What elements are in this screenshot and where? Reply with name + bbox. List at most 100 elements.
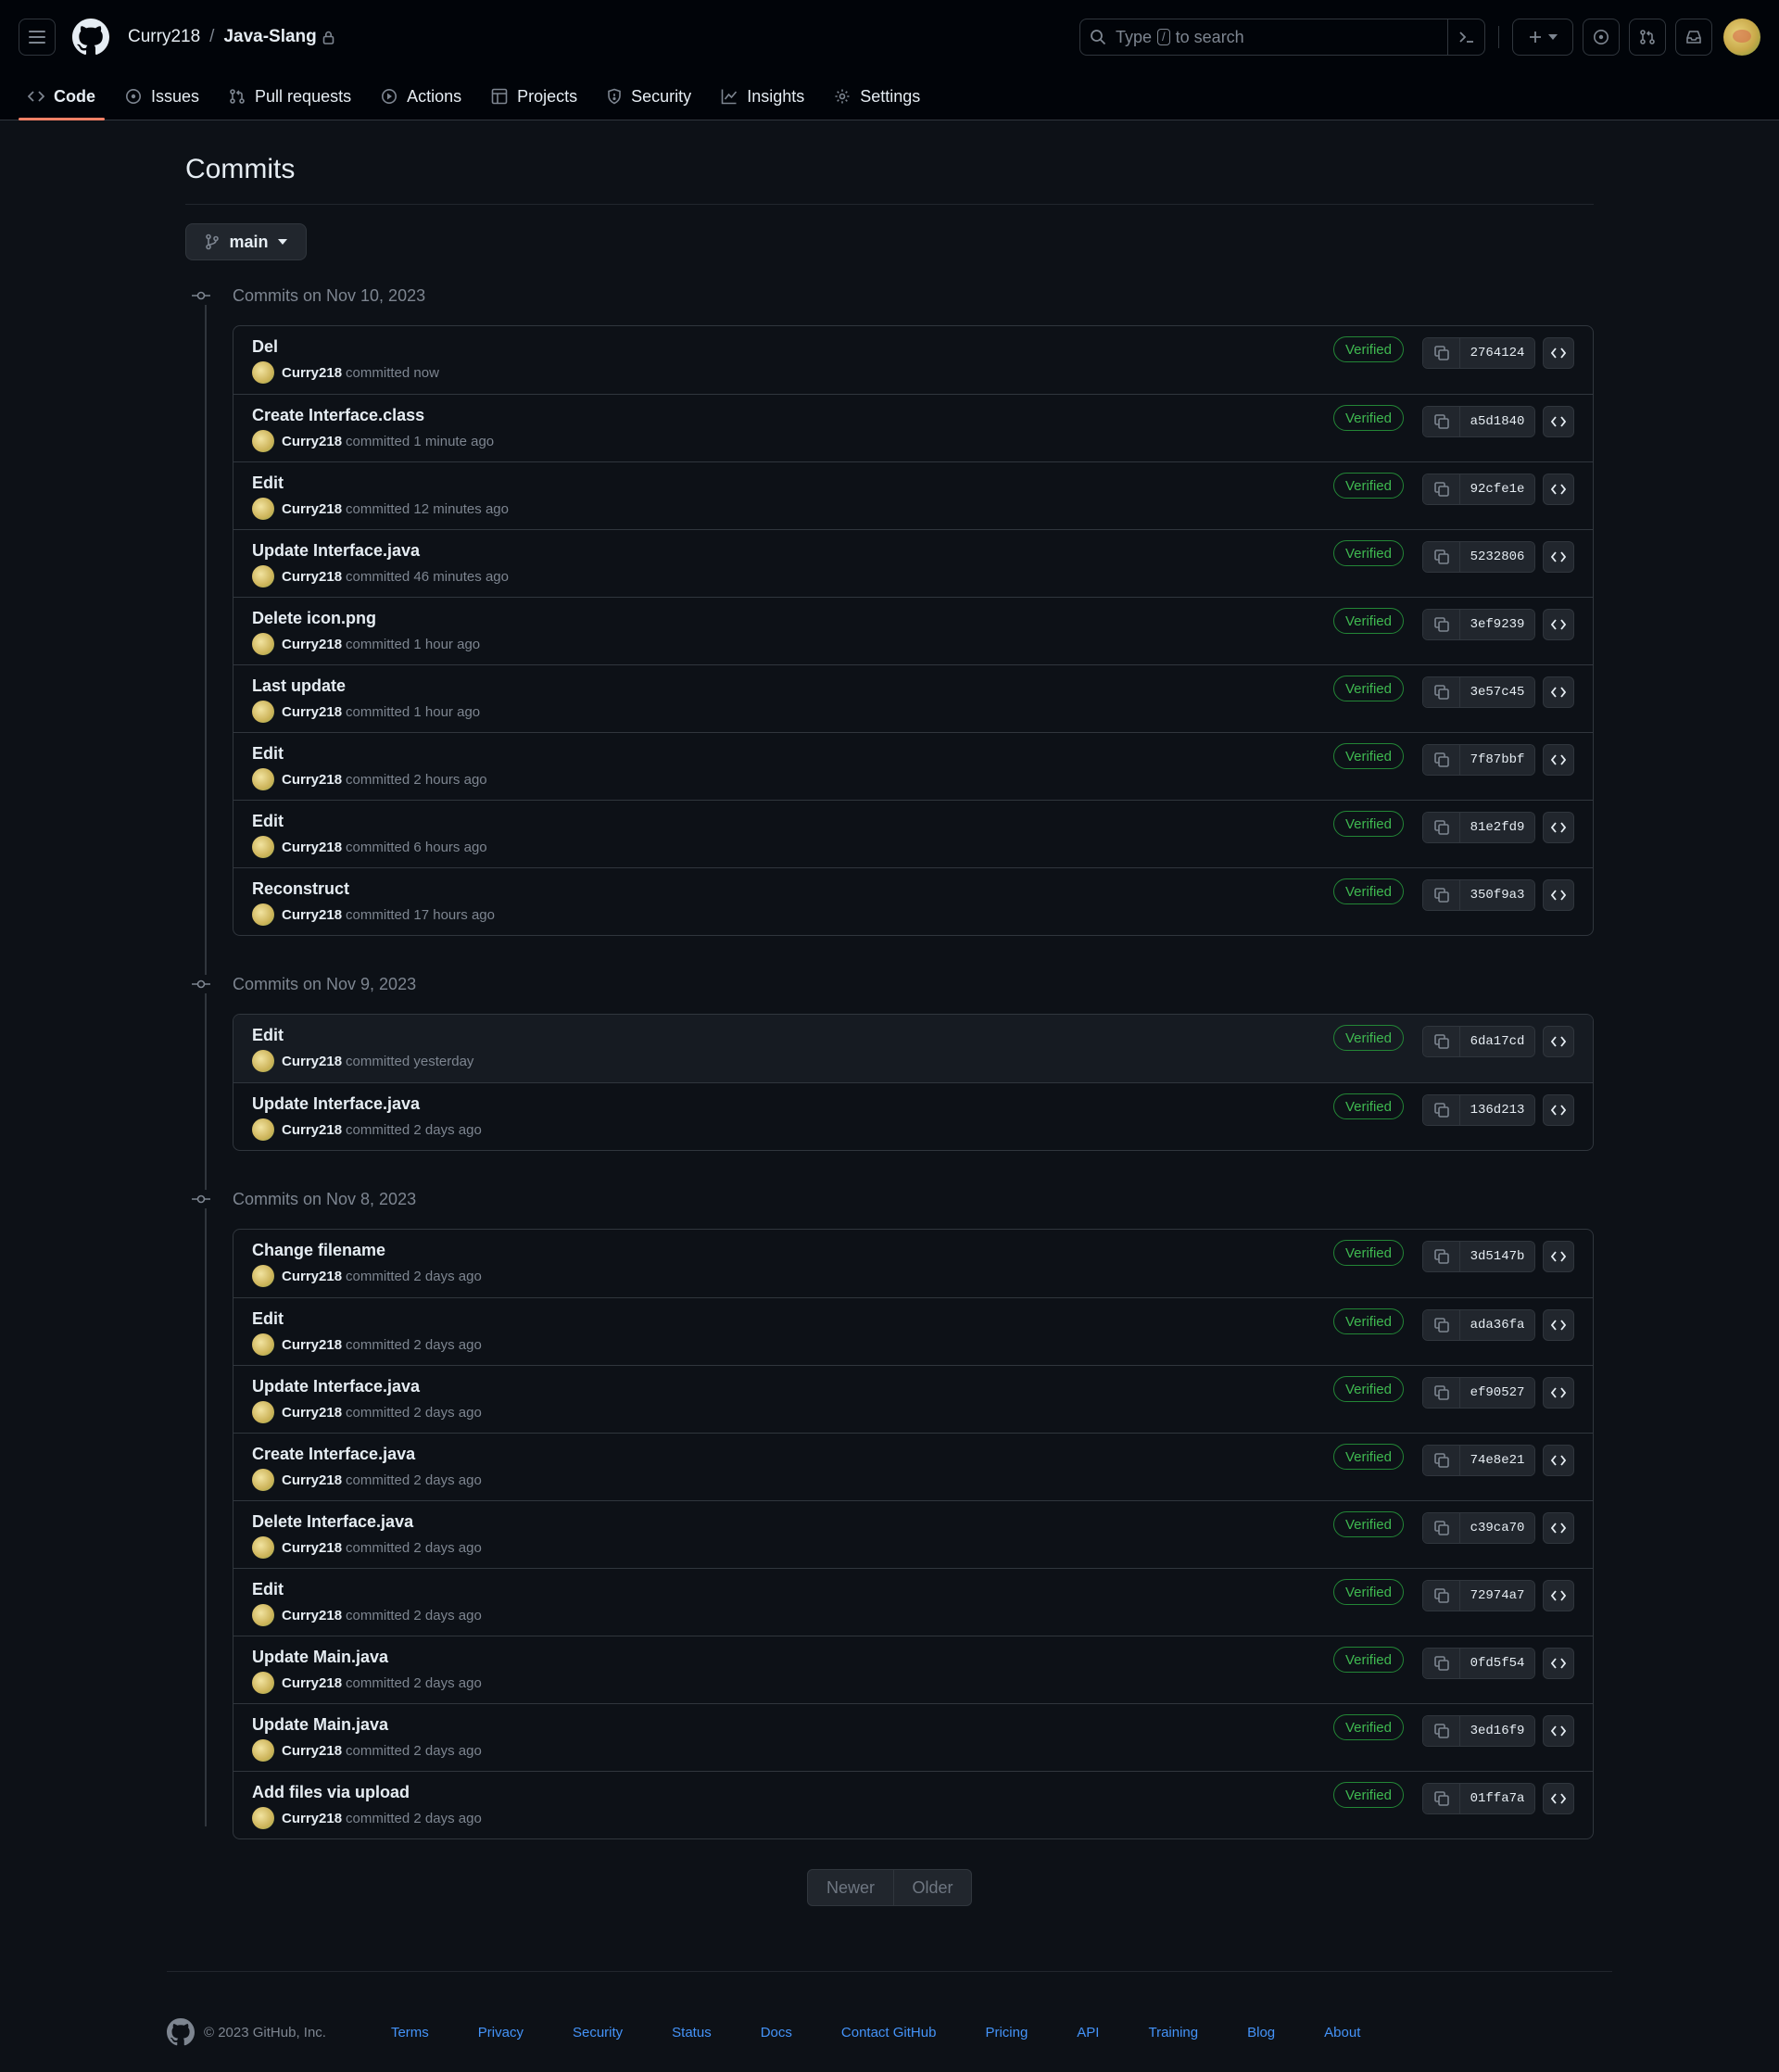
commit-author-link[interactable]: Curry218 bbox=[282, 434, 342, 449]
verified-badge[interactable]: Verified bbox=[1332, 1444, 1404, 1470]
tab-settings[interactable]: Settings bbox=[825, 73, 929, 120]
user-avatar[interactable] bbox=[1723, 19, 1760, 56]
copy-sha-button[interactable] bbox=[1423, 1716, 1460, 1746]
avatar[interactable] bbox=[252, 633, 274, 655]
browse-repo-button[interactable] bbox=[1543, 609, 1574, 640]
commit-message-link[interactable]: Edit bbox=[252, 812, 284, 831]
commit-message-link[interactable]: Delete Interface.java bbox=[252, 1512, 413, 1532]
browse-repo-button[interactable] bbox=[1543, 1783, 1574, 1814]
commit-message-link[interactable]: Update Interface.java bbox=[252, 541, 420, 561]
browse-repo-button[interactable] bbox=[1543, 1241, 1574, 1272]
commit-author-link[interactable]: Curry218 bbox=[282, 1675, 342, 1691]
verified-badge[interactable]: Verified bbox=[1332, 608, 1404, 634]
commit-sha-link[interactable]: 81e2fd9 bbox=[1460, 813, 1534, 842]
commit-author-link[interactable]: Curry218 bbox=[282, 1811, 342, 1826]
commit-author-link[interactable]: Curry218 bbox=[282, 365, 342, 381]
footer-link[interactable]: Blog bbox=[1247, 2025, 1275, 2040]
avatar[interactable] bbox=[252, 498, 274, 520]
avatar[interactable] bbox=[252, 1672, 274, 1694]
commit-author-link[interactable]: Curry218 bbox=[282, 1269, 342, 1284]
tab-issues[interactable]: Issues bbox=[116, 73, 208, 120]
create-new-button[interactable] bbox=[1512, 19, 1573, 56]
tab-security[interactable]: Security bbox=[598, 73, 700, 120]
avatar[interactable] bbox=[252, 565, 274, 587]
commit-sha-link[interactable]: 6da17cd bbox=[1460, 1027, 1534, 1056]
copy-sha-button[interactable] bbox=[1423, 474, 1460, 504]
footer-link[interactable]: Contact GitHub bbox=[841, 2025, 937, 2040]
tab-pull-requests[interactable]: Pull requests bbox=[220, 73, 360, 120]
footer-link[interactable]: Terms bbox=[391, 2025, 429, 2040]
commit-author-link[interactable]: Curry218 bbox=[282, 840, 342, 855]
browse-repo-button[interactable] bbox=[1543, 1715, 1574, 1747]
verified-badge[interactable]: Verified bbox=[1332, 1714, 1404, 1740]
tab-actions[interactable]: Actions bbox=[372, 73, 471, 120]
commit-sha-link[interactable]: 01ffa7a bbox=[1460, 1784, 1534, 1813]
browse-repo-button[interactable] bbox=[1543, 406, 1574, 437]
repo-name-link[interactable]: Java-Slang bbox=[223, 27, 316, 47]
avatar[interactable] bbox=[252, 903, 274, 926]
avatar[interactable] bbox=[252, 1333, 274, 1356]
commit-sha-link[interactable]: a5d1840 bbox=[1460, 407, 1534, 436]
avatar[interactable] bbox=[252, 701, 274, 723]
older-button[interactable]: Older bbox=[894, 1869, 972, 1906]
footer-link[interactable]: Pricing bbox=[985, 2025, 1028, 2040]
commit-sha-link[interactable]: 3e57c45 bbox=[1460, 677, 1534, 707]
issues-button[interactable] bbox=[1583, 19, 1620, 56]
footer-link[interactable]: Training bbox=[1148, 2025, 1198, 2040]
browse-repo-button[interactable] bbox=[1543, 474, 1574, 505]
command-palette-button[interactable] bbox=[1447, 19, 1484, 55]
avatar[interactable] bbox=[252, 1739, 274, 1762]
verified-badge[interactable]: Verified bbox=[1332, 1511, 1404, 1537]
commit-sha-link[interactable]: c39ca70 bbox=[1460, 1513, 1534, 1543]
commit-sha-link[interactable]: 3ed16f9 bbox=[1460, 1716, 1534, 1746]
commit-author-link[interactable]: Curry218 bbox=[282, 501, 342, 517]
verified-badge[interactable]: Verified bbox=[1332, 1579, 1404, 1605]
commit-message-link[interactable]: Delete icon.png bbox=[252, 609, 376, 628]
avatar[interactable] bbox=[252, 836, 274, 858]
copy-sha-button[interactable] bbox=[1423, 610, 1460, 639]
copy-sha-button[interactable] bbox=[1423, 880, 1460, 910]
commit-sha-link[interactable]: 3ef9239 bbox=[1460, 610, 1534, 639]
copy-sha-button[interactable] bbox=[1423, 407, 1460, 436]
commit-author-link[interactable]: Curry218 bbox=[282, 1540, 342, 1556]
avatar[interactable] bbox=[252, 1604, 274, 1626]
tab-projects[interactable]: Projects bbox=[482, 73, 587, 120]
github-footer-logo-icon[interactable] bbox=[167, 2018, 195, 2046]
footer-link[interactable]: Privacy bbox=[478, 2025, 524, 2040]
browse-repo-button[interactable] bbox=[1543, 1377, 1574, 1409]
verified-badge[interactable]: Verified bbox=[1332, 1025, 1404, 1051]
verified-badge[interactable]: Verified bbox=[1332, 1240, 1404, 1266]
commit-sha-link[interactable]: ada36fa bbox=[1460, 1310, 1534, 1340]
verified-badge[interactable]: Verified bbox=[1332, 1093, 1404, 1119]
verified-badge[interactable]: Verified bbox=[1332, 1308, 1404, 1334]
footer-link[interactable]: Security bbox=[573, 2025, 623, 2040]
verified-badge[interactable]: Verified bbox=[1332, 743, 1404, 769]
commit-message-link[interactable]: Update Interface.java bbox=[252, 1377, 420, 1396]
commit-author-link[interactable]: Curry218 bbox=[282, 704, 342, 720]
commit-sha-link[interactable]: 74e8e21 bbox=[1460, 1446, 1534, 1475]
avatar[interactable] bbox=[252, 430, 274, 452]
commit-author-link[interactable]: Curry218 bbox=[282, 772, 342, 788]
avatar[interactable] bbox=[252, 361, 274, 384]
copy-sha-button[interactable] bbox=[1423, 338, 1460, 368]
browse-repo-button[interactable] bbox=[1543, 812, 1574, 843]
search-input[interactable]: Type / to search bbox=[1079, 19, 1485, 56]
commit-sha-link[interactable]: 92cfe1e bbox=[1460, 474, 1534, 504]
browse-repo-button[interactable] bbox=[1543, 1309, 1574, 1341]
verified-badge[interactable]: Verified bbox=[1332, 1376, 1404, 1402]
branch-select-button[interactable]: main bbox=[185, 223, 307, 260]
browse-repo-button[interactable] bbox=[1543, 1445, 1574, 1476]
commit-sha-link[interactable]: 0fd5f54 bbox=[1460, 1649, 1534, 1678]
copy-sha-button[interactable] bbox=[1423, 1378, 1460, 1408]
verified-badge[interactable]: Verified bbox=[1332, 1782, 1404, 1808]
avatar[interactable] bbox=[252, 1401, 274, 1423]
verified-badge[interactable]: Verified bbox=[1332, 811, 1404, 837]
copy-sha-button[interactable] bbox=[1423, 1027, 1460, 1056]
commit-message-link[interactable]: Create Interface.class bbox=[252, 406, 424, 425]
commit-author-link[interactable]: Curry218 bbox=[282, 569, 342, 585]
footer-link[interactable]: About bbox=[1324, 2025, 1360, 2040]
avatar[interactable] bbox=[252, 1469, 274, 1491]
commit-message-link[interactable]: Create Interface.java bbox=[252, 1445, 415, 1464]
avatar[interactable] bbox=[252, 1807, 274, 1829]
commit-author-link[interactable]: Curry218 bbox=[282, 637, 342, 652]
